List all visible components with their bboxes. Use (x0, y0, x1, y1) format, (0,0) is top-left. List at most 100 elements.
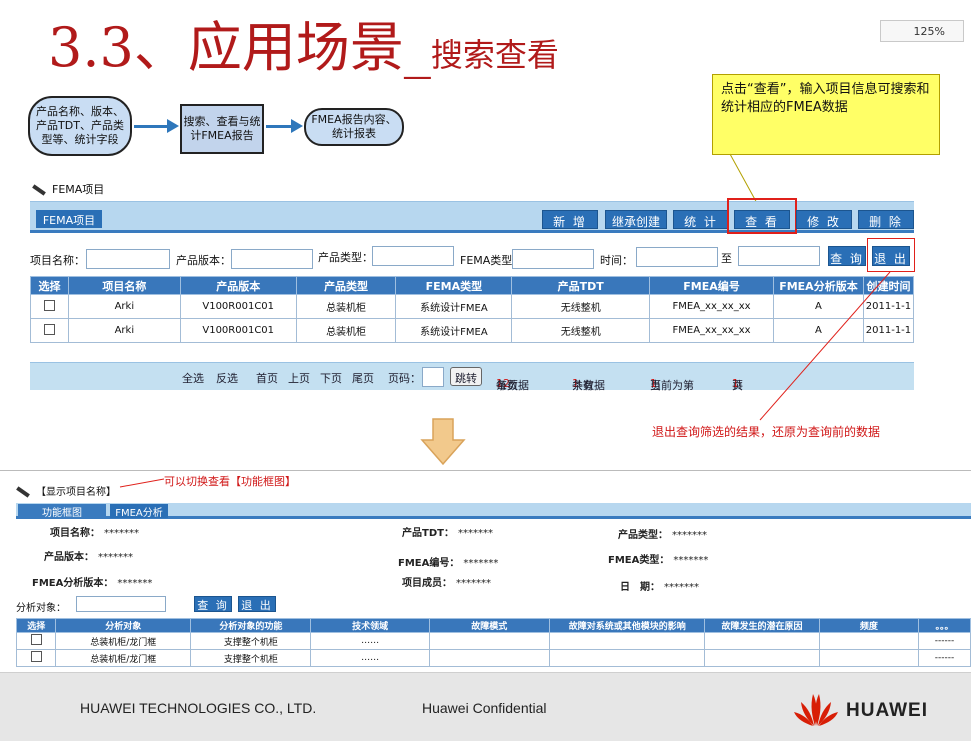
product-type-label: 产品类型： (318, 251, 373, 264)
cell-frequency (818, 649, 920, 667)
last-page-link[interactable]: 尾页 (352, 370, 374, 386)
flow-step-search-report: 搜索、查看与统计FMEA报告 (180, 104, 264, 154)
footer-company: HUAWEI TECHNOLOGIES CO., LTD. (80, 700, 317, 716)
tab-fema-project[interactable]: FEMA项目 (36, 210, 102, 228)
field-value: ******* (457, 528, 493, 539)
cell-object-function: 支撑整个机柜 (190, 632, 312, 650)
callout-view-note: 点击“查看”，输入项目信息可搜索和统计相应的FMEA数据 (712, 74, 940, 155)
cell-more: ------ (918, 632, 971, 650)
field-label: 项目名称： (50, 528, 100, 539)
end-time-input[interactable] (738, 246, 820, 266)
field-label: FMEA分析版本： (32, 578, 114, 589)
field-label: 产品版本： (44, 552, 94, 563)
field-label: FMEA编号： (398, 558, 460, 569)
start-time-input[interactable] (636, 247, 718, 267)
down-arrow-icon (420, 418, 466, 466)
total-post: 条数据 (572, 379, 605, 392)
upper-section-title-text: FEMA项目 (52, 183, 105, 196)
row-checkbox[interactable] (43, 323, 55, 335)
table-row[interactable]: 总装机柜/龙门框 支撑整个机柜 …… ------ (15, 632, 971, 650)
col-failure-effect: 故障对系统或其他模块的影响 (548, 618, 706, 633)
prev-page-link[interactable]: 上页 (288, 370, 310, 386)
row-checkbox-cell[interactable] (30, 318, 69, 343)
page-number-input[interactable] (422, 367, 444, 387)
time-label: 时间： (600, 254, 633, 267)
pencil-icon (32, 184, 46, 196)
statistics-button[interactable]: 统 计 (673, 210, 729, 229)
table-row[interactable]: 总装机柜/龙门框 支撑整个机柜 …… ------ (15, 649, 971, 667)
field-label: 项目成员： (402, 578, 452, 589)
footer-brand: HUAWEI (846, 700, 928, 721)
field-project-name: 项目名称： ******* (50, 524, 139, 539)
inherit-create-button[interactable]: 继承创建 (605, 210, 667, 229)
field-label: 日 期： (620, 582, 660, 593)
tab-function-diagram[interactable]: 功能框图 (18, 504, 106, 519)
product-version-label: 产品版本： (176, 254, 231, 267)
flow-arrow-line (266, 125, 292, 128)
field-value: ******* (673, 555, 709, 566)
flow-arrow-line (134, 125, 168, 128)
field-date: 日 期： ******* (620, 578, 699, 593)
row-checkbox-cell[interactable] (30, 294, 69, 319)
cell-product-version: V100R001C01 (179, 294, 297, 319)
row-checkbox-cell[interactable] (15, 649, 57, 667)
edit-button[interactable]: 修 改 (796, 210, 852, 229)
cell-analysis-object: 总装机柜/龙门框 (55, 632, 192, 650)
field-product-tdt: 产品TDT： ******* (402, 524, 493, 539)
huawei-logo-icon (794, 694, 838, 726)
field-fmea-number: FMEA编号： ******* (398, 554, 498, 569)
flow-step-input-fields: 产品名称、版本、产品TDT、产品类型等、统计字段 (28, 96, 132, 156)
cell-failure-mode (428, 649, 550, 667)
cell-product-type: 总装机柜 (295, 294, 397, 319)
cell-failure-mode (428, 632, 550, 650)
col-frequency: 频度 (818, 618, 920, 633)
switch-note: 可以切换查看【功能框图】 (164, 475, 296, 488)
cell-product-tdt: 无线整机 (511, 318, 651, 343)
add-button[interactable]: 新 增 (542, 210, 598, 229)
cell-more: ------ (918, 649, 971, 667)
cell-potential-cause (704, 649, 820, 667)
analysis-object-label: 分析对象： (16, 603, 66, 614)
delete-button[interactable]: 删 除 (858, 210, 914, 229)
slide-title: 3.3、应用场景_搜索查看 (48, 18, 559, 85)
next-page-link[interactable]: 下页 (320, 370, 342, 386)
col-object-function: 分析对象的功能 (190, 618, 312, 633)
row-checkbox[interactable] (30, 634, 42, 645)
row-checkbox[interactable] (30, 651, 42, 662)
view-button-highlight (727, 198, 797, 234)
cell-tech-field: …… (310, 632, 430, 650)
table-header-row: 选择 分析对象 分析对象的功能 技术领域 故障模式 故障对系统或其他模块的影响 … (15, 618, 971, 633)
field-product-version: 产品版本： ******* (44, 548, 133, 563)
footer-confidential: Huawei Confidential (422, 700, 547, 716)
row-checkbox[interactable] (43, 299, 55, 311)
product-type-input[interactable] (372, 246, 454, 266)
exit-note: 退出查询筛选的结果，还原为查询前的数据 (652, 425, 881, 439)
product-version-input[interactable] (231, 249, 313, 269)
query-button[interactable]: 查 询 (828, 246, 866, 266)
cell-project-name: Arki (67, 318, 181, 343)
flow-arrow-icon (167, 119, 179, 133)
jump-button[interactable]: 跳转 (450, 367, 482, 386)
lower-exit-button[interactable]: 退 出 (238, 596, 276, 612)
lower-query-button[interactable]: 查 询 (194, 596, 232, 612)
analysis-object-input[interactable] (76, 596, 166, 612)
cell-fmea-type: 系统设计FMEA (395, 294, 513, 319)
col-select: 选择 (30, 276, 69, 295)
fmea-type-input[interactable] (512, 249, 594, 269)
time-to-label: 至 (721, 252, 732, 265)
tab-fmea-analysis[interactable]: FMEA分析 (110, 504, 168, 519)
fmea-analysis-table: 选择 分析对象 分析对象的功能 技术领域 故障模式 故障对系统或其他模块的影响 … (15, 618, 971, 667)
field-label: 产品TDT： (402, 528, 454, 539)
select-all-link[interactable]: 全选 (182, 370, 204, 386)
flow-step-report-output: FMEA报告内容、统计报表 (304, 108, 404, 146)
row-checkbox-cell[interactable] (15, 632, 57, 650)
project-detail-panel: 【显示项目名称】 可以切换查看【功能框图】 功能框图 FMEA分析 项目名称： *… (0, 470, 971, 670)
first-page-link[interactable]: 首页 (256, 370, 278, 386)
invert-select-link[interactable]: 反选 (216, 370, 238, 386)
field-label: 产品类型： (618, 530, 668, 541)
project-name-input[interactable] (86, 249, 170, 269)
field-label: FMEA类型： (608, 555, 670, 566)
current-post: 页 (650, 379, 661, 392)
switch-pointer-line (119, 478, 165, 488)
field-product-type: 产品类型： ******* (618, 526, 707, 541)
